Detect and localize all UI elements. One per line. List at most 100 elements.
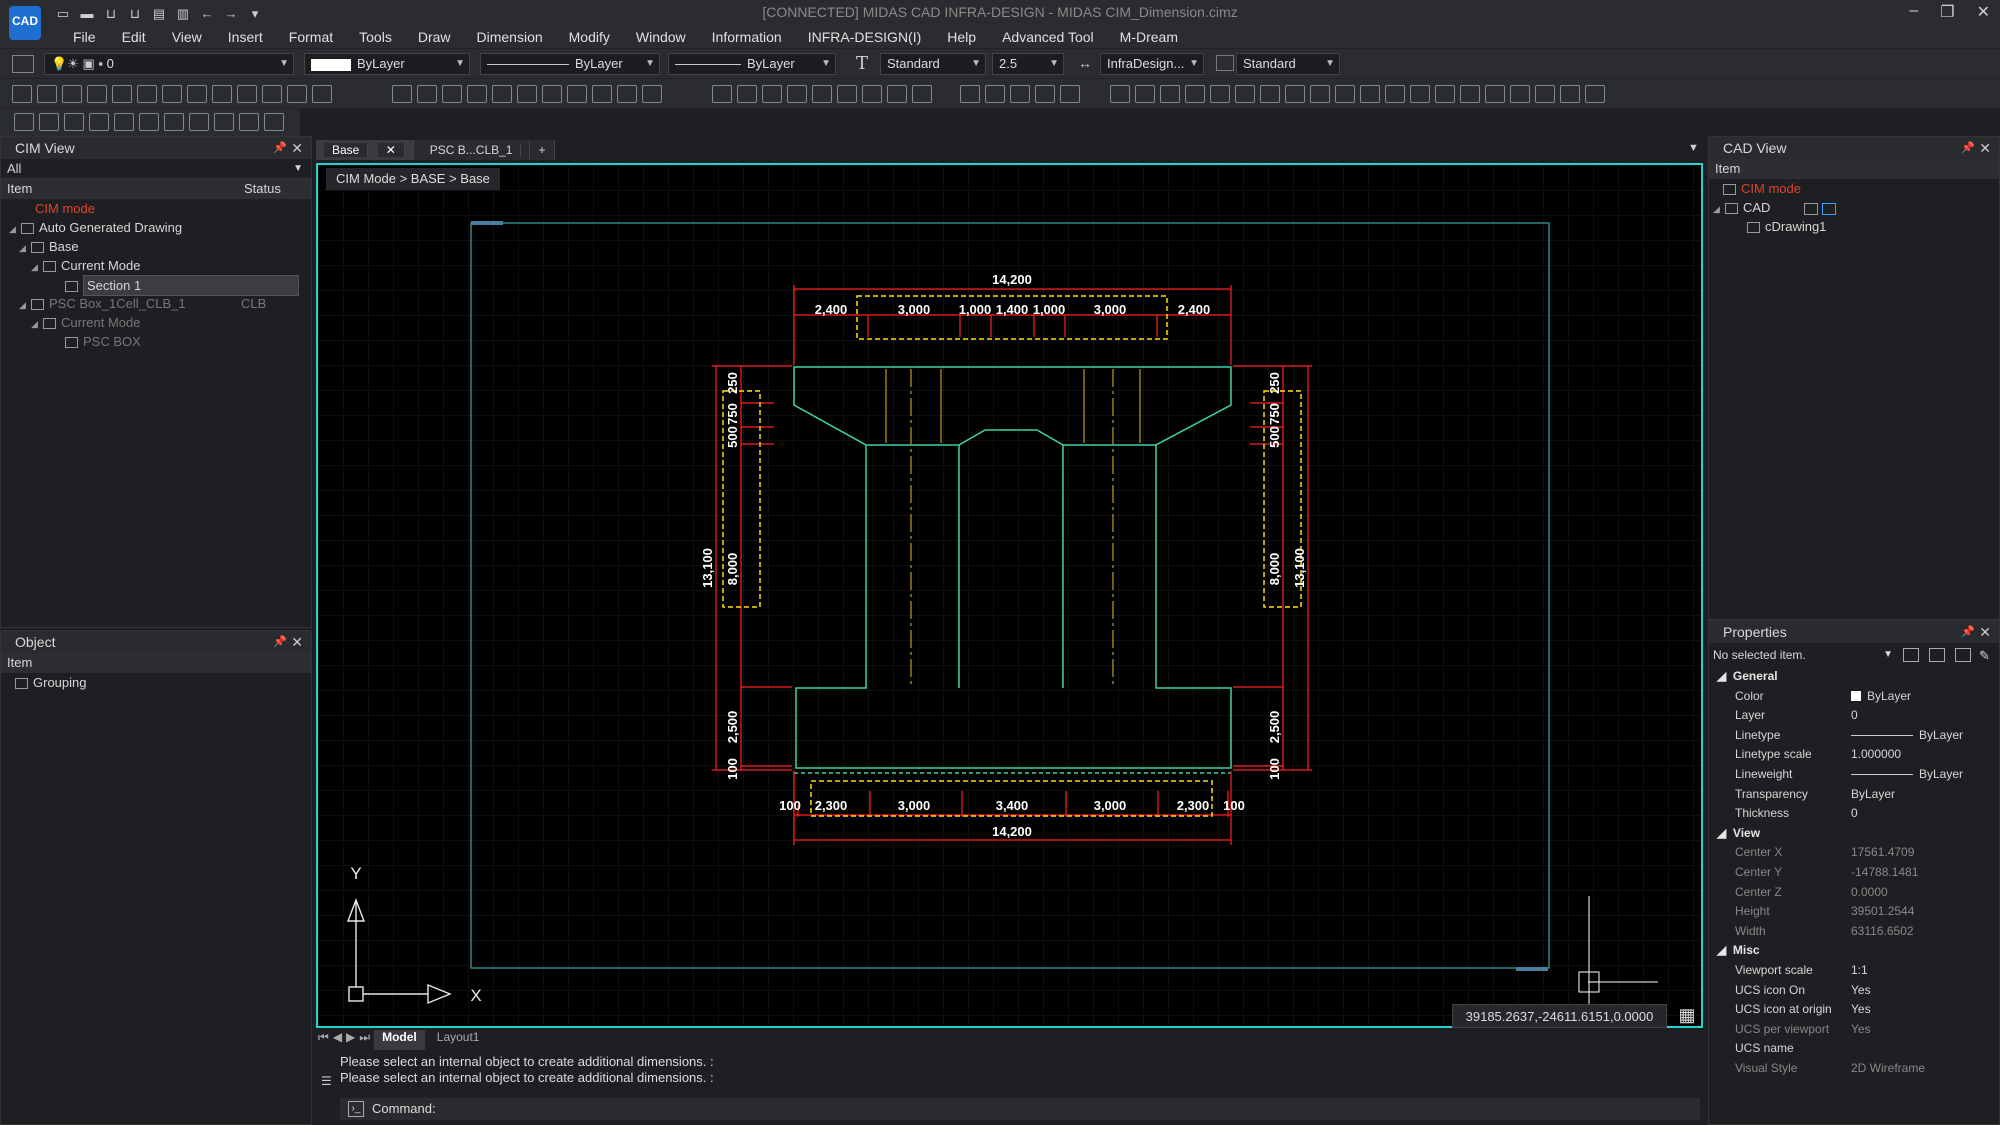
tool-c-icon[interactable] [1160, 85, 1180, 103]
prop-row[interactable]: Lineweight ByLayer [1709, 765, 1999, 785]
lineweight-combo[interactable]: ByLayer ▼ [668, 53, 836, 75]
prop-row[interactable]: Transparency ByLayer [1709, 785, 1999, 805]
prop-row[interactable]: Thickness 0 [1709, 804, 1999, 824]
active-viewport-icon[interactable] [1822, 202, 1837, 215]
tab-psc-box[interactable]: PSC B...CLB_1 [413, 140, 531, 160]
table-style-icon[interactable] [1216, 55, 1234, 71]
dim-arc-icon[interactable] [212, 85, 232, 103]
auto-dim-icon[interactable] [737, 85, 757, 103]
table-row-icon[interactable] [985, 85, 1005, 103]
dim-ordinate-icon[interactable] [137, 85, 157, 103]
frame-grip[interactable] [471, 221, 503, 225]
tree-item-current-mode[interactable]: ◢ Current Mode [1, 256, 311, 275]
quick-select-icon[interactable] [1903, 648, 1919, 662]
cad-item-cad[interactable]: ◢ CAD [1709, 198, 1999, 217]
tool-p-icon[interactable] [1485, 85, 1505, 103]
group-header[interactable]: ◢ General [1709, 667, 1999, 687]
dim-baseline-icon[interactable] [162, 85, 182, 103]
tool-k-icon[interactable] [1360, 85, 1380, 103]
table-col-icon[interactable] [1010, 85, 1030, 103]
grid-toggle-icon[interactable]: ▦ [1676, 1004, 1698, 1026]
cad-item-cdrawing1[interactable]: cDrawing1 [1709, 217, 1999, 236]
menu-m-dream[interactable]: M-Dream [1107, 28, 1191, 46]
prop-row[interactable]: Visual Style 2D Wireframe [1709, 1059, 1999, 1079]
command-grip-icon[interactable]: ☰ [321, 1074, 332, 1088]
drawing-canvas[interactable]: 14,200 2,400 3,000 1,000 1,400 1,000 3,0… [318, 165, 1703, 1028]
menu-advanced-tool[interactable]: Advanced Tool [989, 28, 1107, 46]
prop-row[interactable]: Center X 17561.4709 [1709, 843, 1999, 863]
line-icon[interactable] [139, 113, 159, 131]
pin-icon[interactable]: 📌 [273, 631, 287, 653]
menu-infra-design[interactable]: INFRA-DESIGN(I) [795, 28, 935, 46]
prop-row[interactable]: Height 39501.2544 [1709, 902, 1999, 922]
prop-row[interactable]: UCS icon at origin Yes [1709, 1000, 1999, 1020]
prop-row[interactable]: Center Y -14788.1481 [1709, 863, 1999, 883]
pin-icon[interactable]: 📌 [1961, 621, 1975, 643]
tool-f-icon[interactable] [1235, 85, 1255, 103]
prop-row[interactable]: UCS icon On Yes [1709, 981, 1999, 1001]
rotate-icon[interactable] [442, 85, 462, 103]
group-header[interactable]: ◢ View [1709, 824, 1999, 844]
close-icon[interactable]: ✕ [1977, 2, 1990, 22]
tool-i-icon[interactable] [1310, 85, 1330, 103]
xref-icon[interactable] [912, 85, 932, 103]
minimize-icon[interactable]: – [1909, 2, 1918, 22]
tab-layout1[interactable]: Layout1 [429, 1030, 488, 1050]
prop-row[interactable]: Width 63116.6502 [1709, 922, 1999, 942]
stretch-icon[interactable] [542, 85, 562, 103]
menu-modify[interactable]: Modify [556, 28, 623, 46]
toggle-pickadd-icon[interactable] [1929, 648, 1945, 662]
prop-row[interactable]: UCS name [1709, 1039, 1999, 1059]
tabs-dropdown-icon[interactable]: ▼ [1688, 142, 1699, 154]
last-layout-icon[interactable]: ⏭ [359, 1030, 370, 1050]
tool-s-icon[interactable] [1560, 85, 1580, 103]
align-icon[interactable] [14, 113, 34, 131]
tool-m-icon[interactable] [1410, 85, 1430, 103]
tool-g-icon[interactable] [1260, 85, 1280, 103]
color-combo[interactable]: ByLayer ▼ [304, 53, 470, 75]
next-layout-icon[interactable]: ▶ [346, 1030, 355, 1050]
dim-style-combo[interactable]: InfraDesign... ▼ [1100, 53, 1204, 75]
block-icon[interactable] [837, 85, 857, 103]
dim-edit-icon[interactable] [312, 85, 332, 103]
text-style-combo[interactable]: Standard ▼ [880, 53, 986, 75]
select-objects-icon[interactable] [1955, 648, 1971, 662]
cad-item-cim-mode[interactable]: CIM mode [1709, 179, 1999, 198]
restore-icon[interactable]: ❐ [1940, 2, 1954, 22]
dim-linear-icon[interactable] [12, 85, 32, 103]
prop-row[interactable]: Viewport scale 1:1 [1709, 961, 1999, 981]
prop-row[interactable]: Color ByLayer [1709, 687, 1999, 707]
move-icon[interactable] [392, 85, 412, 103]
rebar-icon[interactable] [762, 85, 782, 103]
prop-row[interactable]: Linetype scale 1.000000 [1709, 745, 1999, 765]
menu-format[interactable]: Format [276, 28, 346, 46]
menu-tools[interactable]: Tools [346, 28, 405, 46]
menu-view[interactable]: View [159, 28, 215, 46]
dim-leader-icon[interactable] [237, 85, 257, 103]
menu-edit[interactable]: Edit [109, 28, 159, 46]
table-style-combo[interactable]: Standard ▼ [1236, 53, 1340, 75]
offset-icon[interactable] [467, 85, 487, 103]
frame-grip[interactable] [1516, 967, 1548, 971]
edit-icon[interactable]: ✎ [1979, 644, 1990, 668]
tool-e-icon[interactable] [1210, 85, 1230, 103]
fillet-icon[interactable] [617, 85, 637, 103]
selection-combo[interactable]: No selected item. ▼ [1713, 643, 1895, 667]
extend-icon[interactable] [592, 85, 612, 103]
layer-combo[interactable]: 💡☀ ▣ ▪ 0 ▼ [44, 53, 294, 75]
dim-tolerance-icon[interactable] [262, 85, 282, 103]
tree-item-auto-generated[interactable]: ◢ Auto Generated Drawing [1, 218, 311, 237]
close-icon[interactable]: ✕ [291, 631, 303, 653]
dim-radius-icon[interactable] [87, 85, 107, 103]
menu-file[interactable]: File [60, 28, 109, 46]
text-style-icon[interactable]: T [856, 53, 868, 74]
dim-style-icon[interactable]: ↔ [1078, 55, 1092, 71]
dim-angular-icon[interactable] [62, 85, 82, 103]
table-merge-icon[interactable] [1035, 85, 1055, 103]
menu-information[interactable]: Information [699, 28, 795, 46]
tool-l-icon[interactable] [1385, 85, 1405, 103]
menu-help[interactable]: Help [934, 28, 989, 46]
close-icon[interactable]: ✕ [377, 143, 405, 157]
dim-diameter-icon[interactable] [112, 85, 132, 103]
mirror-icon[interactable] [492, 85, 512, 103]
